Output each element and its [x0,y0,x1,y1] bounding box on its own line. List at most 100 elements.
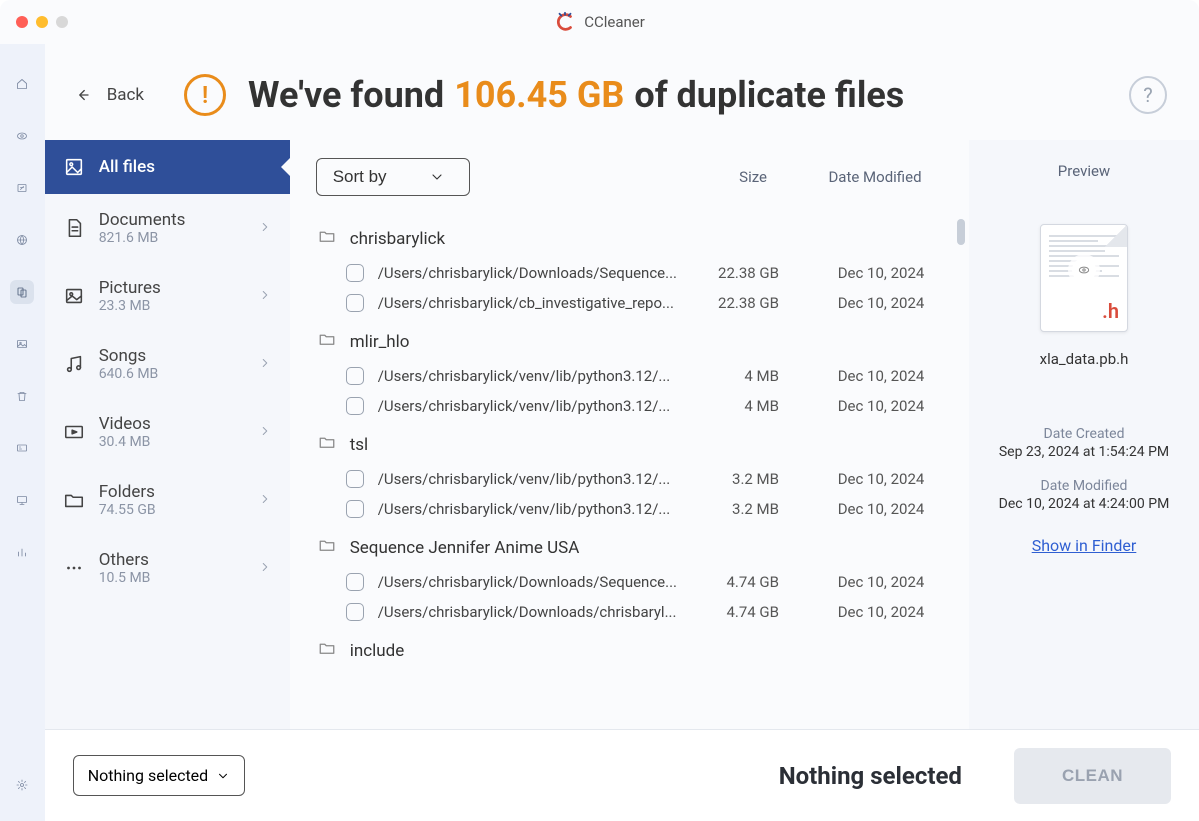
file-date: Dec 10, 2024 [811,367,951,385]
file-checkbox[interactable] [346,264,364,282]
chevron-down-icon [429,169,445,185]
chevron-right-icon [258,423,272,442]
nav-rail [0,44,45,821]
chevron-down-icon [216,769,230,783]
group-name: Sequence Jennifer Anime USA [350,538,580,558]
rail-home-icon[interactable] [10,72,34,96]
warning-icon: ! [184,74,226,116]
column-header-date[interactable]: Date Modified [815,168,935,186]
preview-created-label: Date Created [999,426,1170,442]
sidebar-item-videos[interactable]: Videos 30.4 MB [45,398,290,466]
file-row[interactable]: /Users/chrisbarylick/Downloads/Sequence.… [312,567,957,597]
file-path: /Users/chrisbarylick/cb_investigative_re… [378,294,693,312]
chevron-right-icon [258,219,272,238]
clean-button[interactable]: CLEAN [1014,748,1171,804]
preview-created-value: Sep 23, 2024 at 1:54:24 PM [999,444,1170,460]
file-date: Dec 10, 2024 [811,264,951,282]
preview-filename: xla_data.pb.h [1040,350,1129,368]
sidebar-item-label: Documents [99,210,186,230]
file-row[interactable]: /Users/chrisbarylick/cb_investigative_re… [312,288,957,318]
help-button[interactable]: ? [1129,76,1167,114]
rail-stats-icon[interactable] [10,540,34,564]
file-path: /Users/chrisbarylick/venv/lib/python3.12… [378,367,693,385]
file-checkbox[interactable] [346,367,364,385]
sidebar-item-folders[interactable]: Folders 74.55 GB [45,466,290,534]
group-header[interactable]: tsl [312,421,957,464]
selection-dropdown[interactable]: Nothing selected [73,755,246,796]
folder-icon [318,639,336,662]
rail-duplicate-icon[interactable] [10,280,34,304]
column-header-preview: Preview [1058,162,1110,180]
file-checkbox[interactable] [346,470,364,488]
sidebar-item-others[interactable]: Others 10.5 MB [45,534,290,602]
rail-archive-icon[interactable] [10,176,34,200]
sidebar-item-songs[interactable]: Songs 640.6 MB [45,330,290,398]
file-row[interactable]: /Users/chrisbarylick/venv/lib/python3.12… [312,361,957,391]
list-header: Sort by Size Date Modified [290,140,969,215]
rail-screen-icon[interactable] [10,488,34,512]
preview-eye-icon [1072,258,1096,282]
folder-icon [63,489,85,511]
footer-bar: Nothing selected Nothing selected CLEAN [45,729,1199,821]
file-checkbox[interactable] [346,397,364,415]
category-sidebar: All files Documents 821.6 MB Pictures 23… [45,140,290,729]
file-path: /Users/chrisbarylick/venv/lib/python3.12… [378,500,693,518]
file-row[interactable]: /Users/chrisbarylick/venv/lib/python3.12… [312,494,957,524]
sidebar-item-label: Pictures [99,278,161,298]
scrollbar-thumb[interactable] [957,219,965,245]
show-in-finder-link[interactable]: Show in Finder [1032,536,1137,555]
back-button[interactable]: Back [73,85,144,105]
sidebar-item-label: Others [99,550,151,570]
sidebar-item-size: 74.55 GB [99,502,156,518]
file-date: Dec 10, 2024 [811,500,951,518]
group-name: chrisbarylick [350,229,445,249]
chevron-right-icon [258,355,272,374]
file-checkbox[interactable] [346,500,364,518]
file-path: /Users/chrisbarylick/Downloads/Sequence.… [378,264,693,282]
video-icon [63,421,85,443]
preview-thumbnail[interactable]: .h [1040,224,1128,332]
column-header-size[interactable]: Size [687,168,767,186]
chevron-right-icon [258,287,272,306]
file-date: Dec 10, 2024 [811,603,951,621]
sidebar-item-all-files[interactable]: All files [45,140,290,194]
file-row[interactable]: /Users/chrisbarylick/venv/lib/python3.12… [312,391,957,421]
sidebar-item-documents[interactable]: Documents 821.6 MB [45,194,290,262]
rail-image-icon[interactable] [10,332,34,356]
file-row[interactable]: /Users/chrisbarylick/venv/lib/python3.12… [312,464,957,494]
other-icon [63,557,85,579]
group-header[interactable]: include [312,627,957,670]
app-title: CCleaner [584,13,645,31]
all-files-icon [63,156,85,178]
pic-icon [63,285,85,307]
file-row[interactable]: /Users/chrisbarylick/Downloads/chrisbary… [312,597,957,627]
sort-by-dropdown[interactable]: Sort by [316,158,470,196]
ccleaner-logo-icon [554,11,576,33]
group-header[interactable]: chrisbarylick [312,215,957,258]
rail-card-icon[interactable] [10,436,34,460]
rail-settings-icon[interactable] [10,773,34,797]
group-name: mlir_hlo [350,332,410,352]
back-label: Back [107,85,144,105]
rail-trash-icon[interactable] [10,384,34,408]
file-size: 3.2 MB [693,470,779,488]
sidebar-item-pictures[interactable]: Pictures 23.3 MB [45,262,290,330]
file-row[interactable]: /Users/chrisbarylick/Downloads/Sequence.… [312,258,957,288]
rail-globe-icon[interactable] [10,228,34,252]
file-size: 3.2 MB [693,500,779,518]
file-checkbox[interactable] [346,573,364,591]
folder-icon [318,433,336,456]
file-path: /Users/chrisbarylick/venv/lib/python3.12… [378,397,693,415]
page-title: We've found 106.45 GB of duplicate files [248,74,904,116]
file-checkbox[interactable] [346,294,364,312]
file-date: Dec 10, 2024 [811,294,951,312]
file-list[interactable]: chrisbarylick /Users/chrisbarylick/Downl… [290,215,969,729]
group-header[interactable]: mlir_hlo [312,318,957,361]
footer-status: Nothing selected [779,762,962,790]
group-header[interactable]: Sequence Jennifer Anime USA [312,524,957,567]
doc-icon [63,217,85,239]
file-size: 4.74 GB [693,573,779,591]
file-date: Dec 10, 2024 [811,573,951,591]
rail-eye-icon[interactable] [10,124,34,148]
file-checkbox[interactable] [346,603,364,621]
